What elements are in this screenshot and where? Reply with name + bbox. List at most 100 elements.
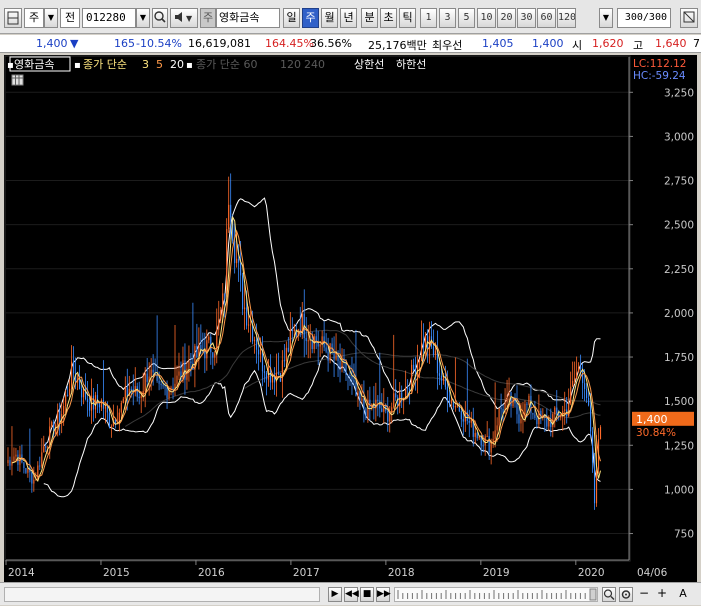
candle-body — [226, 229, 228, 297]
period-tick[interactable]: 틱 — [399, 8, 416, 28]
legend-stock-name[interactable]: 영화금속 — [14, 58, 54, 71]
candle-body — [285, 347, 287, 362]
legend-ma-5[interactable]: 5 — [156, 58, 163, 71]
candle-body — [65, 394, 67, 407]
code-dropdown-icon[interactable]: ▼ — [136, 8, 150, 28]
candle-body — [80, 389, 83, 398]
candle-body — [100, 400, 103, 408]
y-tick-label: 1,000 — [664, 484, 694, 496]
rewind-button[interactable]: ◀◀ — [344, 587, 359, 602]
settings-small-icon[interactable] — [619, 587, 633, 602]
candle-body — [265, 373, 268, 380]
settings-icon[interactable] — [680, 8, 698, 28]
candle-body — [253, 339, 256, 342]
legend-ma-20[interactable]: 20 — [170, 58, 184, 71]
candle-body — [208, 336, 210, 341]
market-select[interactable]: 주 — [24, 8, 44, 28]
candle-body — [59, 410, 61, 423]
stock-name-chip[interactable]: 주 — [200, 8, 216, 28]
legend-ma-label[interactable]: 종가 단순 — [83, 58, 127, 71]
interval-1[interactable]: 1 — [420, 8, 437, 28]
interval-60[interactable]: 60 — [537, 8, 556, 28]
interval-3[interactable]: 3 — [439, 8, 456, 28]
candle-body — [257, 349, 260, 355]
play-button[interactable]: ▶ — [328, 587, 342, 602]
candle-body — [214, 353, 216, 358]
candle-body — [500, 408, 502, 410]
candle-body — [33, 479, 35, 484]
legend-ma-120[interactable]: 120 — [280, 58, 301, 71]
zoom-slider-thumb[interactable] — [589, 588, 597, 601]
candle-body — [172, 387, 174, 390]
interval-120[interactable]: 120 — [557, 8, 576, 28]
period-day[interactable]: 일 — [283, 8, 300, 28]
interval-30[interactable]: 30 — [517, 8, 536, 28]
interval-10[interactable]: 10 — [477, 8, 496, 28]
sound-icon[interactable]: ▼ — [170, 8, 198, 28]
candle-body — [37, 465, 39, 480]
stock-code-input[interactable]: 012280 — [82, 8, 136, 28]
x-tick-label: 2020 — [578, 567, 605, 579]
candle-body — [377, 399, 379, 401]
chart-type-icon[interactable] — [4, 8, 22, 28]
change-percent: -10.54% — [136, 37, 182, 50]
candle-body — [164, 386, 166, 388]
candle-body — [45, 446, 47, 448]
candle-body — [156, 374, 158, 381]
legend-marker-2: ▪ — [74, 60, 81, 71]
interval-20[interactable]: 20 — [497, 8, 516, 28]
legend-lower-band[interactable]: 하한선 — [396, 57, 426, 71]
period-minute[interactable]: 분 — [361, 8, 378, 28]
candle-body — [244, 307, 246, 310]
zoom-in-button[interactable]: + — [655, 587, 669, 602]
candle-body — [422, 342, 425, 348]
table-icon[interactable] — [11, 74, 24, 86]
stop-button[interactable]: ■ — [360, 587, 374, 602]
candle-body — [325, 347, 327, 352]
count-dropdown-icon[interactable]: ▼ — [599, 8, 613, 28]
candle-body — [599, 426, 602, 440]
legend-marker-3: ▪ — [186, 60, 193, 71]
period-year[interactable]: 년 — [340, 8, 357, 28]
zoom-icon[interactable] — [602, 587, 616, 602]
legend-ma-3[interactable]: 3 — [142, 58, 149, 71]
svg-text:▼: ▼ — [186, 14, 193, 23]
candle-body — [69, 389, 71, 395]
search-icon[interactable] — [152, 8, 168, 28]
market-dropdown-icon[interactable]: ▼ — [44, 8, 58, 28]
candle-body — [381, 408, 383, 412]
candle-body — [23, 462, 25, 469]
candle-body — [249, 324, 252, 326]
candle-body — [494, 430, 496, 439]
candle-body — [212, 352, 214, 358]
chart-canvas[interactable]: 750 1,000 1,250 1,500 1,750 2,000 2,250 2,500 2,… — [4, 55, 697, 582]
prev-button[interactable]: 전 — [60, 8, 80, 28]
candle-body — [25, 468, 27, 473]
hc-readout: HC:-59.24 — [633, 70, 686, 82]
candle-body — [160, 383, 162, 386]
interval-5[interactable]: 5 — [458, 8, 475, 28]
candle-body — [242, 275, 244, 310]
auto-scale-button[interactable]: A — [676, 587, 690, 602]
candle-body — [246, 307, 248, 326]
legend-ma2-label[interactable]: 종가 단순 60 — [196, 58, 257, 71]
scroll-track-left[interactable] — [4, 587, 320, 602]
zoom-slider[interactable] — [394, 587, 598, 602]
candle-body — [578, 366, 580, 373]
legend-ma-240[interactable]: 240 — [304, 58, 325, 71]
stock-name-field[interactable]: 영화금속 — [216, 8, 280, 28]
candle-body — [130, 388, 132, 390]
fast-forward-button[interactable]: ▶▶ — [376, 587, 391, 602]
candle-body — [502, 408, 504, 413]
period-second[interactable]: 초 — [380, 8, 397, 28]
candle-body — [289, 330, 291, 352]
y-axis: 750 1,000 1,250 1,500 1,750 2,000 2,250 2,500 2,… — [628, 57, 694, 560]
count-field[interactable]: 300/300 — [617, 8, 671, 28]
candle-body — [589, 405, 592, 432]
legend-upper-band[interactable]: 상한선 — [354, 58, 384, 71]
price-chart[interactable]: 750 1,000 1,250 1,500 1,750 2,000 2,250 2,500 2,… — [4, 55, 697, 582]
period-week[interactable]: 주 — [302, 8, 319, 28]
zoom-out-button[interactable]: − — [637, 587, 651, 602]
period-month[interactable]: 월 — [321, 8, 338, 28]
candle-body — [478, 436, 480, 439]
